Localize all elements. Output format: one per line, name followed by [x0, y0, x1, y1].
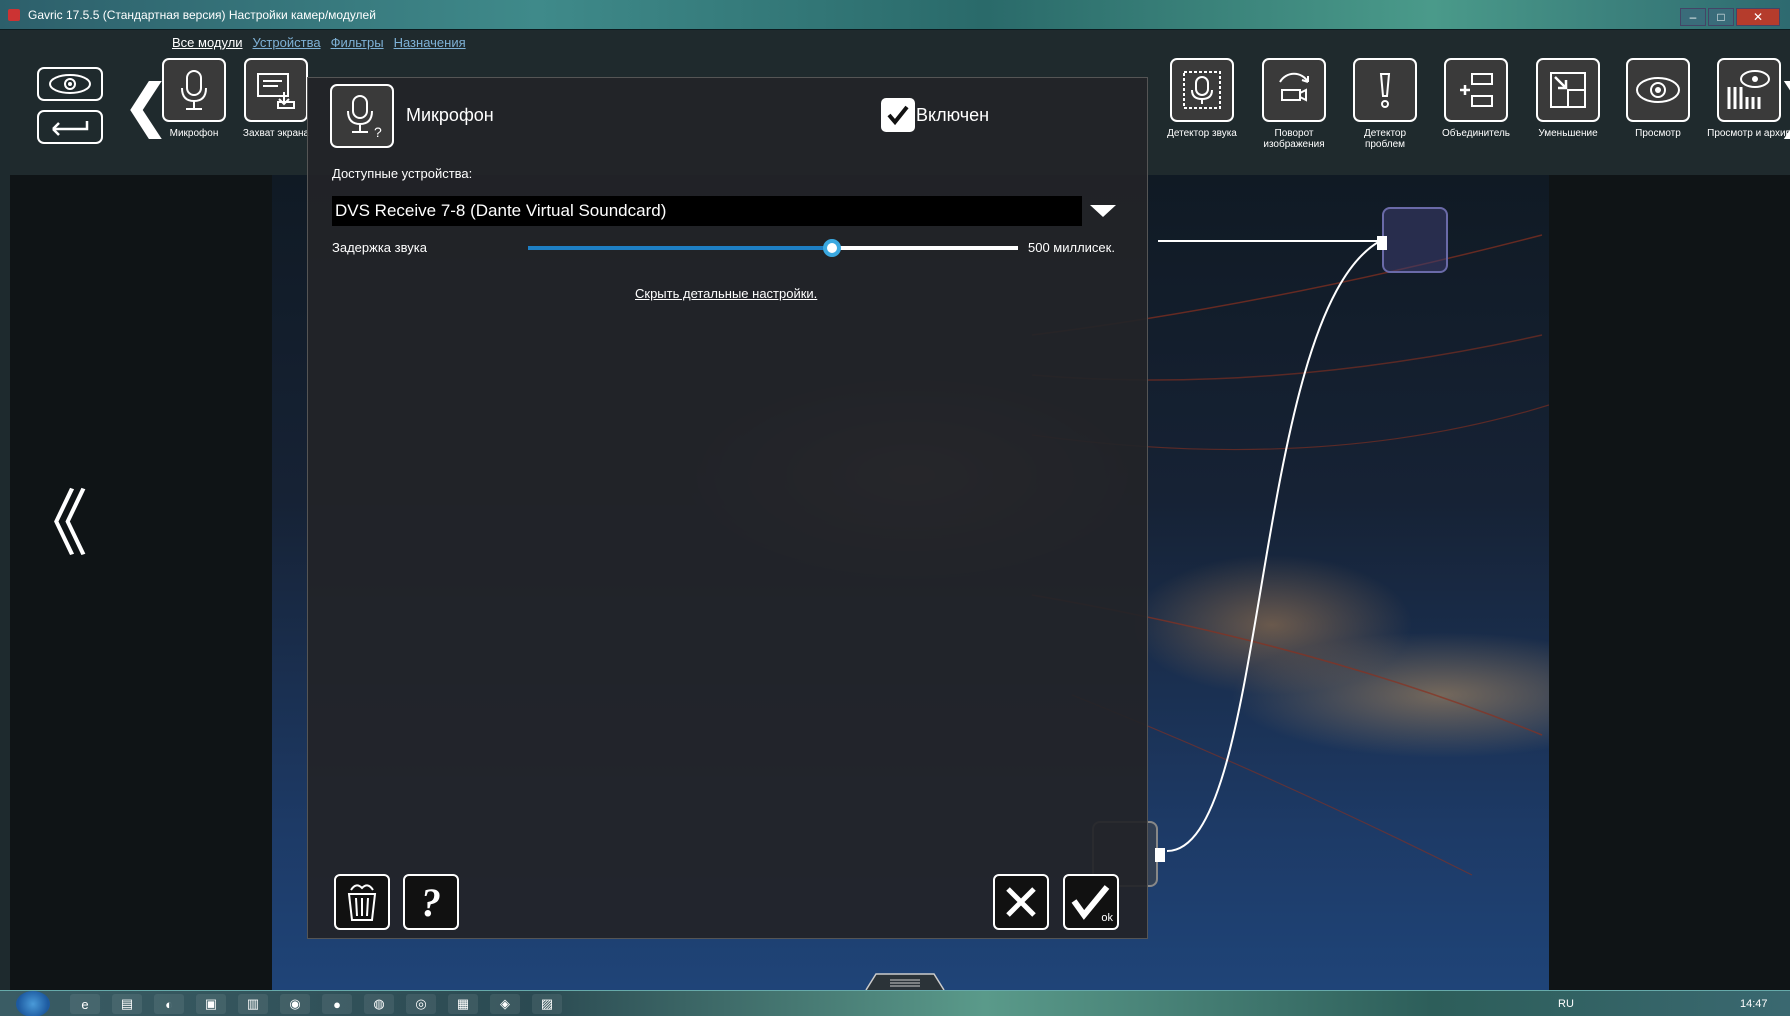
media-icon[interactable]: ▣: [196, 994, 226, 1014]
ie-icon[interactable]: e: [70, 994, 100, 1014]
app-icon[interactable]: ▥: [238, 994, 268, 1014]
app-icon[interactable]: ▦: [448, 994, 478, 1014]
module-label: Объединитель: [1441, 128, 1511, 139]
devices-label: Доступные устройства:: [332, 166, 473, 181]
module-tabs: Все модули Устройства Фильтры Назначения: [172, 35, 466, 50]
trash-icon: [347, 884, 377, 921]
app-icon[interactable]: ▨: [532, 994, 562, 1014]
view-archive-icon: [1717, 58, 1781, 122]
module-settings-dialog: ? Микрофон Включен Доступные устройства:…: [307, 77, 1148, 939]
return-arrow-icon: [52, 121, 89, 136]
app-icon[interactable]: ◍: [364, 994, 394, 1014]
module-label: Поворот изображения: [1263, 128, 1325, 150]
downscale-icon: [1536, 58, 1600, 122]
device-select[interactable]: DVS Receive 7-8 (Dante Virtual Soundcard…: [332, 196, 1082, 226]
enabled-checkbox[interactable]: [881, 98, 915, 132]
svg-text:?: ?: [374, 124, 382, 139]
module-merger[interactable]: Объединитель: [1434, 58, 1518, 139]
node-view-archive[interactable]: [1377, 207, 1448, 273]
dialog-title: Микрофон: [406, 105, 494, 125]
view-icon: [1626, 58, 1690, 122]
language-indicator[interactable]: RU: [1558, 998, 1574, 1010]
module-label: Детектор звука: [1167, 128, 1237, 139]
screen-capture-icon: [244, 58, 308, 122]
app-icon[interactable]: ◎: [406, 994, 436, 1014]
checkmark-icon: [887, 105, 909, 126]
modules-next-button[interactable]: ❯: [1775, 75, 1790, 135]
browser-icon[interactable]: ◉: [280, 994, 310, 1014]
tab-devices[interactable]: Устройства: [253, 35, 321, 50]
minimize-button[interactable]: ‒: [1680, 8, 1706, 26]
slider-fill: [528, 246, 832, 250]
module-label: Захват экрана: [242, 128, 310, 139]
window-title: Gavric 17.5.5 (Стандартная версия) Настр…: [28, 8, 376, 22]
module-microphone[interactable]: Микрофон: [152, 58, 236, 139]
sound-detector-icon: [1170, 58, 1234, 122]
cancel-button[interactable]: [993, 874, 1049, 930]
module-problem-detector[interactable]: Детектор проблем: [1343, 58, 1427, 150]
chevron-down-icon[interactable]: [1088, 203, 1118, 219]
start-button[interactable]: [16, 991, 50, 1016]
enabled-label: Включен: [916, 105, 990, 125]
rotate-image-icon: [1262, 58, 1326, 122]
ok-label: ok: [1101, 912, 1113, 924]
node-input-port[interactable]: [1377, 236, 1387, 250]
module-label: Микрофон: [169, 128, 219, 139]
tab-all-modules[interactable]: Все модули: [172, 35, 243, 50]
app-icon[interactable]: ◈: [490, 994, 520, 1014]
tab-destinations[interactable]: Назначения: [394, 35, 466, 50]
module-rotate-image[interactable]: Поворот изображения: [1252, 58, 1336, 150]
microphone-help-icon: ?: [330, 84, 394, 148]
ok-button[interactable]: ok: [1063, 874, 1119, 930]
audio-delay-slider[interactable]: [528, 238, 1018, 258]
app-icon[interactable]: ●: [322, 994, 352, 1014]
module-sound-detector[interactable]: Детектор звука: [1160, 58, 1244, 139]
tab-filters[interactable]: Фильтры: [331, 35, 384, 50]
eye-icon: [49, 74, 91, 94]
folder-icon[interactable]: ▤: [112, 994, 142, 1014]
close-window-button[interactable]: ✕: [1736, 8, 1780, 26]
module-downscale[interactable]: Уменьшение: [1526, 58, 1610, 139]
module-label: Уменьшение: [1538, 128, 1598, 139]
bottom-panel-toggle[interactable]: [864, 972, 946, 990]
module-label: Детектор проблем: [1363, 128, 1407, 150]
module-view[interactable]: Просмотр: [1616, 58, 1700, 139]
clock[interactable]: 14:47: [1740, 998, 1768, 1010]
audio-delay-value: 500 миллисек.: [1028, 240, 1115, 255]
hide-detailed-settings-link[interactable]: Скрыть детальные настройки.: [635, 286, 817, 301]
module-screen-capture[interactable]: Захват экрана: [234, 58, 318, 139]
help-button[interactable]: ?: [403, 874, 459, 930]
delete-button[interactable]: [334, 874, 390, 930]
return-button[interactable]: [37, 110, 103, 144]
help-icon: ?: [421, 879, 441, 925]
problem-detector-icon: [1353, 58, 1417, 122]
app-icon[interactable]: ◐: [154, 994, 184, 1014]
module-label: Просмотр: [1635, 128, 1681, 139]
maximize-button[interactable]: □: [1708, 8, 1734, 26]
window-titlebar: Gavric 17.5.5 (Стандартная версия) Настр…: [0, 0, 1790, 30]
os-taskbar: e ▤ ◐ ▣ ▥ ◉ ● ◍ ◎ ▦ ◈ ▨ RU 14:47: [0, 990, 1790, 1016]
close-icon: [1006, 887, 1036, 917]
window-controls: ‒ □ ✕: [1680, 8, 1780, 26]
view-mode-button[interactable]: [37, 67, 103, 101]
node-output-port[interactable]: [1155, 848, 1165, 862]
app-icon: [8, 9, 20, 21]
merger-icon: [1444, 58, 1508, 122]
slider-thumb[interactable]: [822, 239, 841, 257]
microphone-icon: [162, 58, 226, 122]
audio-delay-label: Задержка звука: [332, 240, 427, 255]
